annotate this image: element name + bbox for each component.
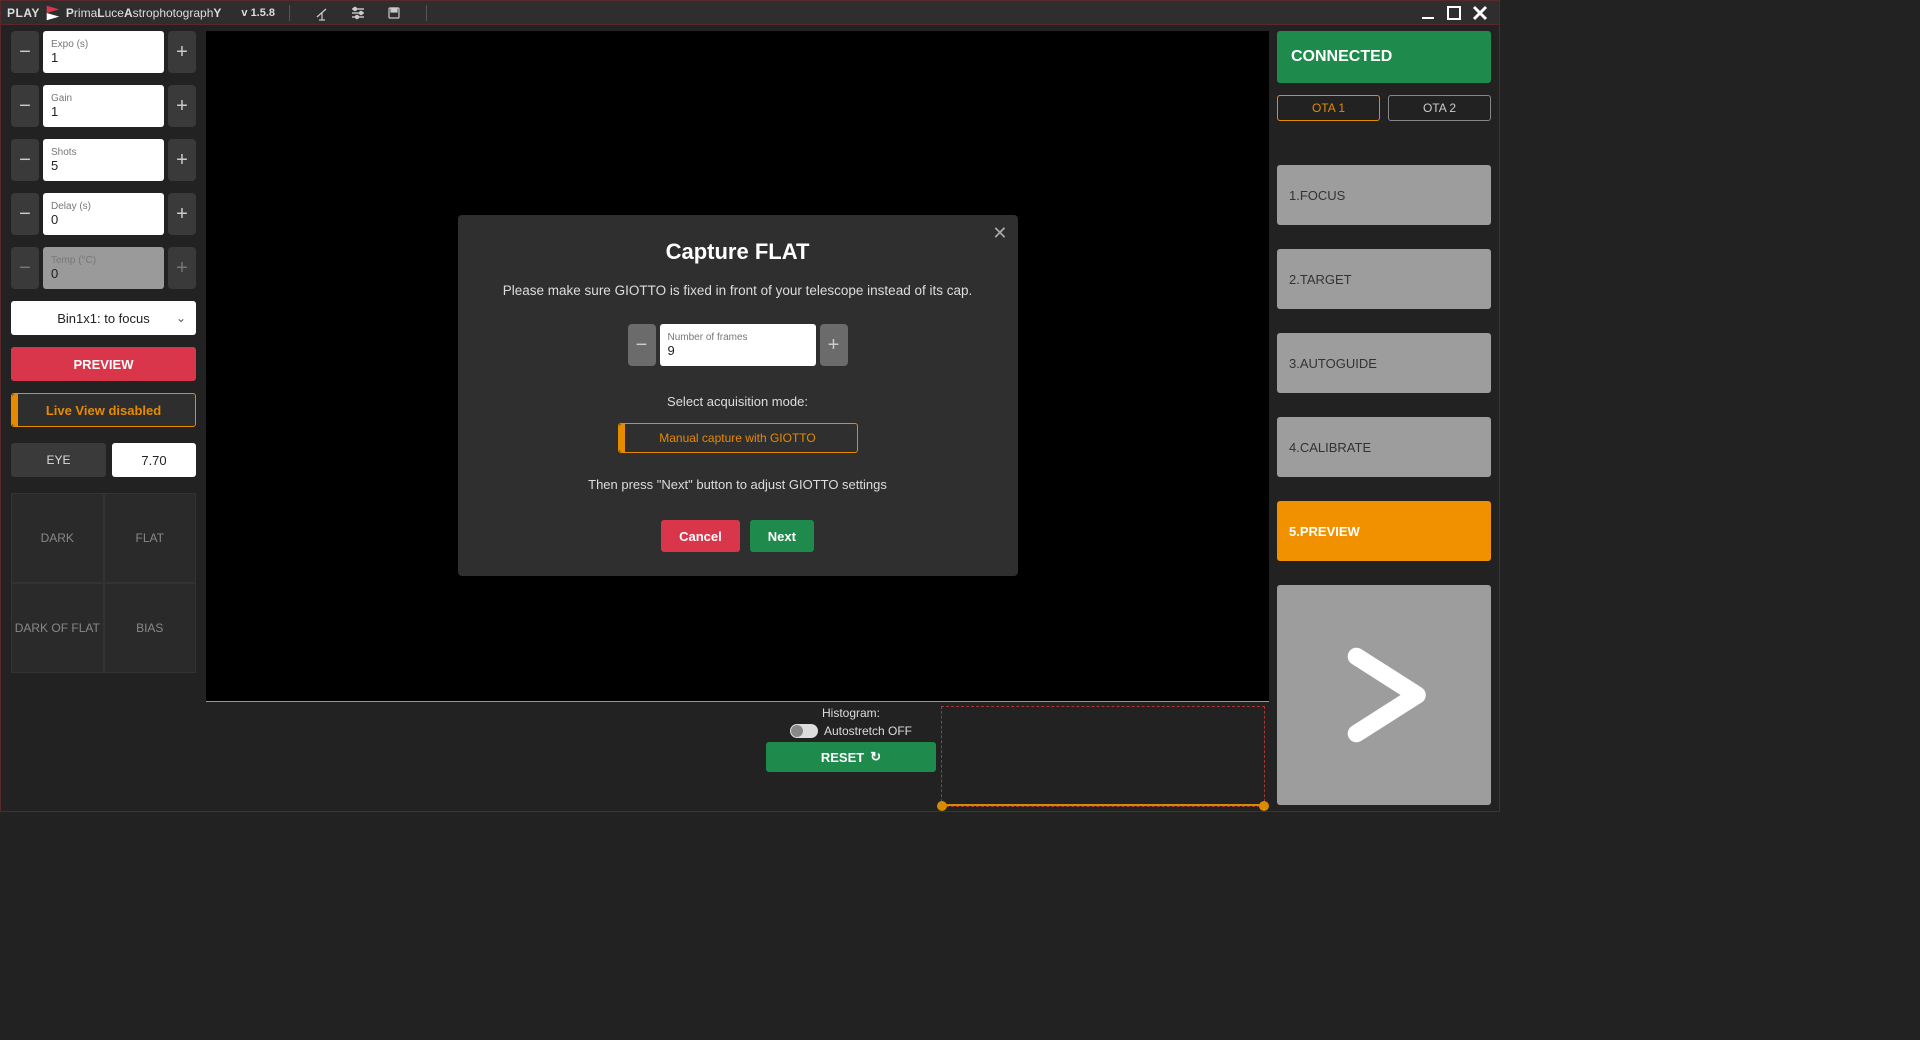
preview-button[interactable]: PREVIEW — [11, 347, 196, 381]
dialog-close-button[interactable]: ✕ — [992, 223, 1007, 244]
right-sidebar: CONNECTED OTA 1 OTA 2 1.FOCUS 2.TARGET 3… — [1269, 25, 1499, 811]
temp-increment: + — [168, 247, 196, 289]
telescope-icon[interactable] — [314, 5, 330, 21]
histogram-label: Histogram: — [822, 706, 880, 720]
frames-label: Number of frames — [668, 332, 808, 343]
range-handle-left[interactable] — [937, 801, 947, 811]
separator — [289, 5, 290, 21]
temp-label: Temp (°C) — [51, 255, 156, 266]
gain-stepper: − Gain 1 + — [11, 85, 196, 127]
bias-button[interactable]: BIAS — [104, 583, 197, 673]
temp-field: Temp (°C) 0 — [43, 247, 164, 289]
shots-field[interactable]: Shots 5 — [43, 139, 164, 181]
ota2-tab[interactable]: OTA 2 — [1388, 95, 1491, 121]
step-preview[interactable]: 5.PREVIEW — [1277, 501, 1491, 561]
gain-value: 1 — [51, 104, 156, 119]
dark-of-flat-button[interactable]: DARK OF FLAT — [11, 583, 104, 673]
delay-field[interactable]: Delay (s) 0 — [43, 193, 164, 235]
left-sidebar: − Expo (s) 1 + − Gain 1 + − Shots 5 + − — [1, 25, 206, 811]
titlebar: PLAY PrimaLuceAstrophotographY v 1.5.8 — [0, 0, 1500, 24]
histogram-range[interactable] — [941, 706, 1265, 807]
gain-field[interactable]: Gain 1 — [43, 85, 164, 127]
autostretch-label: Autostretch OFF — [824, 724, 912, 738]
step-target[interactable]: 2.TARGET — [1277, 249, 1491, 309]
dialog-hint: Then press "Next" button to adjust GIOTT… — [486, 477, 990, 492]
reset-button[interactable]: RESET ↻ — [766, 742, 936, 772]
dark-button[interactable]: DARK — [11, 493, 104, 583]
step-calibrate[interactable]: 4.CALIBRATE — [1277, 417, 1491, 477]
binning-value: Bin1x1: to focus — [57, 311, 150, 326]
play-logo-text: PLAY — [7, 6, 40, 20]
delay-decrement[interactable]: − — [11, 193, 39, 235]
shots-label: Shots — [51, 147, 156, 158]
delay-value: 0 — [51, 212, 156, 227]
expo-value: 1 — [51, 50, 156, 65]
dialog-message: Please make sure GIOTTO is fixed in fron… — [486, 283, 990, 298]
shots-increment[interactable]: + — [168, 139, 196, 181]
next-button[interactable]: Next — [750, 520, 814, 552]
expo-increment[interactable]: + — [168, 31, 196, 73]
histogram-panel: Histogram: Autostretch OFF RESET ↻ — [206, 701, 1269, 811]
frames-value: 9 — [668, 343, 808, 358]
brand-logo-icon — [44, 4, 62, 22]
delay-increment[interactable]: + — [168, 193, 196, 235]
dialog-title: Capture FLAT — [486, 239, 990, 265]
eye-button[interactable]: EYE — [11, 443, 106, 477]
separator — [426, 5, 427, 21]
shots-value: 5 — [51, 158, 156, 173]
range-handle-right[interactable] — [1259, 801, 1269, 811]
liveview-button[interactable]: Live View disabled — [11, 393, 196, 427]
gain-decrement[interactable]: − — [11, 85, 39, 127]
autostretch-toggle[interactable] — [790, 724, 818, 738]
chevron-down-icon: ⌄ — [176, 311, 186, 325]
frames-decrement[interactable]: − — [628, 324, 656, 366]
sliders-icon[interactable] — [350, 5, 366, 21]
eye-row: EYE 7.70 — [11, 443, 196, 477]
connection-status[interactable]: CONNECTED — [1277, 31, 1491, 83]
frames-field[interactable]: Number of frames 9 — [660, 324, 816, 366]
frames-increment[interactable]: + — [820, 324, 848, 366]
mode-label: Select acquisition mode: — [486, 394, 990, 409]
calibration-grid: DARK FLAT DARK OF FLAT BIAS — [11, 493, 196, 673]
delay-stepper: − Delay (s) 0 + — [11, 193, 196, 235]
temp-stepper: − Temp (°C) 0 + — [11, 247, 196, 289]
expo-label: Expo (s) — [51, 39, 156, 50]
shots-decrement[interactable]: − — [11, 139, 39, 181]
expo-stepper: − Expo (s) 1 + — [11, 31, 196, 73]
refresh-icon: ↻ — [870, 749, 881, 765]
gain-increment[interactable]: + — [168, 85, 196, 127]
delay-label: Delay (s) — [51, 201, 156, 212]
play-icon — [1329, 640, 1439, 750]
temp-value: 0 — [51, 266, 156, 281]
shots-stepper: − Shots 5 + — [11, 139, 196, 181]
acquisition-mode-button[interactable]: Manual capture with GIOTTO — [618, 423, 858, 453]
maximize-button[interactable] — [1441, 3, 1467, 23]
app-name: PrimaLuceAstrophotographY — [66, 6, 221, 20]
expo-decrement[interactable]: − — [11, 31, 39, 73]
gain-label: Gain — [51, 93, 156, 104]
step-autoguide[interactable]: 3.AUTOGUIDE — [1277, 333, 1491, 393]
cancel-button[interactable]: Cancel — [661, 520, 740, 552]
step-focus[interactable]: 1.FOCUS — [1277, 165, 1491, 225]
flat-button[interactable]: FLAT — [104, 493, 197, 583]
expo-field[interactable]: Expo (s) 1 — [43, 31, 164, 73]
binning-select[interactable]: Bin1x1: to focus ⌄ — [11, 301, 196, 335]
minimize-button[interactable] — [1415, 3, 1441, 23]
eye-value[interactable]: 7.70 — [112, 443, 196, 477]
save-icon[interactable] — [386, 5, 402, 21]
app-version: v 1.5.8 — [241, 7, 275, 19]
capture-flat-dialog: ✕ Capture FLAT Please make sure GIOTTO i… — [458, 215, 1018, 576]
frames-stepper: − Number of frames 9 + — [628, 324, 848, 366]
center-area: Histogram: Autostretch OFF RESET ↻ ✕ Cap… — [206, 25, 1269, 811]
accent-bar — [12, 394, 18, 426]
accent-bar — [619, 424, 625, 452]
start-sequence-button[interactable] — [1277, 585, 1491, 805]
close-button[interactable] — [1467, 3, 1493, 23]
temp-decrement: − — [11, 247, 39, 289]
ota1-tab[interactable]: OTA 1 — [1277, 95, 1380, 121]
